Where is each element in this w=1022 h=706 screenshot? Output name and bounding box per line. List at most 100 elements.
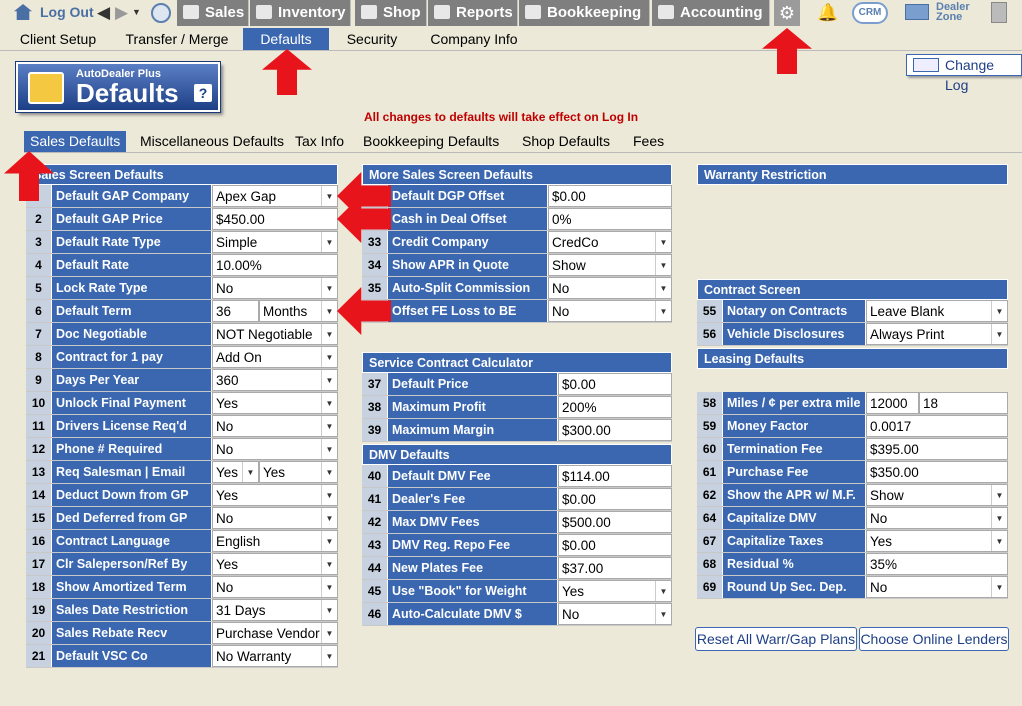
dropdown-arrow-icon[interactable]: ▼: [991, 485, 1007, 505]
dropdown-arrow-icon[interactable]: ▼: [321, 646, 337, 666]
subnav-transfer-merge[interactable]: Transfer / Merge: [116, 28, 238, 50]
change-log-button[interactable]: Change Log: [906, 54, 1022, 93]
dropdown-arrow-icon[interactable]: ▼: [655, 581, 671, 601]
help-icon[interactable]: ?: [194, 84, 212, 102]
setting-select[interactable]: Leave Blank ▼: [866, 300, 1008, 322]
setting-select[interactable]: No Warranty ▼: [212, 645, 338, 667]
setting-input[interactable]: 200%: [558, 396, 672, 418]
setting-select[interactable]: 31 Days ▼: [212, 599, 338, 621]
setting-input[interactable]: $350.00: [866, 461, 1008, 483]
subnav-client-setup[interactable]: Client Setup: [8, 28, 108, 50]
setting-select[interactable]: Yes ▼: [212, 484, 338, 506]
nav-tab-bookkeeping[interactable]: Bookkeeping: [519, 0, 650, 26]
dropdown-arrow-icon[interactable]: ▼: [321, 301, 337, 321]
nav-tab-reports[interactable]: Reports: [428, 0, 518, 26]
dropdown-arrow-icon[interactable]: ▼: [991, 324, 1007, 344]
dropdown-arrow-icon[interactable]: ▼: [321, 370, 337, 390]
tab-tax-info[interactable]: Tax Info: [295, 131, 344, 152]
setting-input[interactable]: 12000: [866, 392, 919, 414]
dropdown-arrow-icon[interactable]: ▼: [655, 278, 671, 298]
dropdown-arrow-icon[interactable]: ▼: [655, 255, 671, 275]
dropdown-arrow-icon[interactable]: ▼: [321, 232, 337, 252]
tab-shop-defaults[interactable]: Shop Defaults: [522, 131, 610, 152]
tab-misc-defaults[interactable]: Miscellaneous Defaults: [140, 131, 284, 152]
crm-icon[interactable]: CRM: [852, 2, 888, 24]
dealer-zone-icon[interactable]: [905, 4, 929, 20]
dropdown-arrow-icon[interactable]: ▼: [655, 232, 671, 252]
dropdown-arrow-icon[interactable]: ▼: [321, 554, 337, 574]
dropdown-arrow-icon[interactable]: ▼: [991, 301, 1007, 321]
setting-select[interactable]: No ▼: [212, 576, 338, 598]
calculator-icon[interactable]: [991, 2, 1007, 23]
dropdown-arrow-icon[interactable]: ▼: [655, 301, 671, 321]
setting-input[interactable]: 36: [212, 300, 259, 322]
setting-input[interactable]: $37.00: [558, 557, 672, 579]
setting-select[interactable]: Yes ▼: [212, 392, 338, 414]
dropdown-arrow-icon[interactable]: ▼: [321, 531, 337, 551]
dropdown-arrow-icon[interactable]: ▼: [321, 324, 337, 344]
choose-online-lenders-button[interactable]: Choose Online Lenders: [859, 627, 1009, 651]
setting-input[interactable]: $0.00: [558, 534, 672, 556]
subnav-company-info[interactable]: Company Info: [420, 28, 528, 50]
setting-select[interactable]: CredCo ▼: [548, 231, 672, 253]
setting-select[interactable]: Yes ▼: [212, 553, 338, 575]
dropdown-arrow-icon[interactable]: ▼: [321, 347, 337, 367]
setting-select[interactable]: No ▼: [212, 277, 338, 299]
nav-tab-sales[interactable]: Sales: [177, 0, 249, 26]
setting-input[interactable]: 0%: [548, 208, 672, 230]
setting-input[interactable]: 18: [919, 392, 1008, 414]
dropdown-arrow-icon[interactable]: ▼: [321, 600, 337, 620]
setting-select[interactable]: Yes ▼: [866, 530, 1008, 552]
nav-tab-shop[interactable]: Shop: [355, 0, 427, 26]
setting-select[interactable]: No ▼: [212, 507, 338, 529]
dropdown-arrow-icon[interactable]: ▼: [991, 577, 1007, 597]
setting-input[interactable]: 35%: [866, 553, 1008, 575]
setting-select[interactable]: No ▼: [866, 507, 1008, 529]
dropdown-arrow-icon[interactable]: ▼: [321, 393, 337, 413]
setting-select[interactable]: Apex Gap ▼: [212, 185, 338, 207]
setting-select[interactable]: NOT Negotiable ▼: [212, 323, 338, 345]
subnav-security[interactable]: Security: [336, 28, 408, 50]
dropdown-arrow-icon[interactable]: ▼: [321, 485, 337, 505]
logout-link[interactable]: Log Out: [40, 4, 94, 20]
setting-select[interactable]: Months ▼: [259, 300, 338, 322]
setting-select[interactable]: No ▼: [866, 576, 1008, 598]
setting-select[interactable]: No ▼: [558, 603, 672, 625]
setting-select[interactable]: Simple ▼: [212, 231, 338, 253]
setting-select[interactable]: No ▼: [548, 277, 672, 299]
setting-input[interactable]: $0.00: [548, 185, 672, 207]
dropdown-arrow-icon[interactable]: ▼: [321, 577, 337, 597]
home-icon[interactable]: [14, 4, 32, 20]
dropdown-arrow-icon[interactable]: ▼: [991, 531, 1007, 551]
dropdown-arrow-icon[interactable]: ▼: [991, 508, 1007, 528]
dropdown-arrow-icon[interactable]: ▼: [132, 7, 141, 17]
setting-select[interactable]: Show ▼: [866, 484, 1008, 506]
setting-select[interactable]: Add On ▼: [212, 346, 338, 368]
nav-tab-inventory[interactable]: Inventory: [250, 0, 351, 26]
setting-input[interactable]: 0.0017: [866, 415, 1008, 437]
setting-input[interactable]: $395.00: [866, 438, 1008, 460]
setting-input[interactable]: $0.00: [558, 488, 672, 510]
setting-input[interactable]: $300.00: [558, 419, 672, 441]
setting-input[interactable]: 10.00%: [212, 254, 338, 276]
setting-select[interactable]: Yes ▼: [259, 461, 338, 483]
dropdown-arrow-icon[interactable]: ▼: [655, 604, 671, 624]
setting-select[interactable]: Show ▼: [548, 254, 672, 276]
dropdown-arrow-icon[interactable]: ▼: [321, 462, 337, 482]
setting-select[interactable]: No ▼: [212, 415, 338, 437]
setting-input[interactable]: $0.00: [558, 373, 672, 395]
setting-select[interactable]: Always Print ▼: [866, 323, 1008, 345]
dropdown-arrow-icon[interactable]: ▼: [321, 278, 337, 298]
subnav-defaults[interactable]: Defaults: [243, 28, 329, 50]
setting-input[interactable]: $114.00: [558, 465, 672, 487]
dropdown-arrow-icon[interactable]: ▼: [321, 508, 337, 528]
dealer-zone-label-2[interactable]: Zone: [936, 11, 962, 23]
setting-select[interactable]: No ▼: [548, 300, 672, 322]
dropdown-arrow-icon[interactable]: ▼: [242, 462, 258, 482]
setting-select[interactable]: Yes ▼: [558, 580, 672, 602]
dropdown-arrow-icon[interactable]: ▼: [321, 186, 337, 206]
dropdown-arrow-icon[interactable]: ▼: [321, 416, 337, 436]
setting-input[interactable]: $500.00: [558, 511, 672, 533]
face-icon[interactable]: [151, 3, 171, 23]
back-arrow-icon[interactable]: ◀: [97, 3, 110, 23]
